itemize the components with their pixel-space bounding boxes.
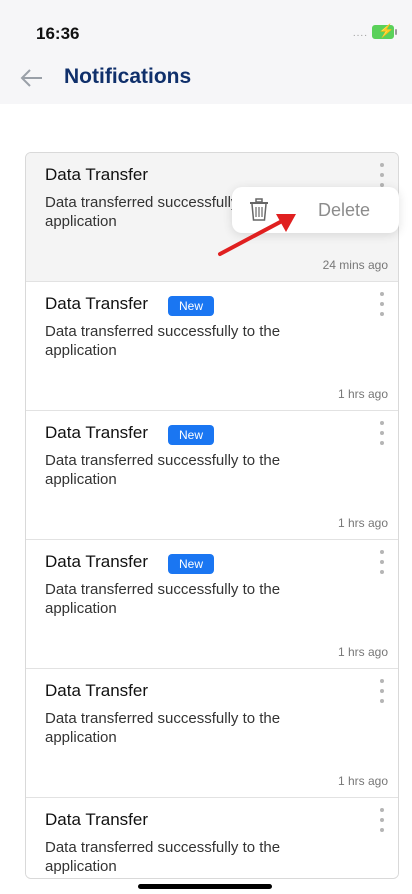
nav-bar: Notifications: [0, 56, 412, 104]
notification-title: Data Transfer: [45, 294, 148, 313]
signal-icon: ....: [352, 28, 368, 39]
notification-card[interactable]: Data Transfer Data transferred successfu…: [26, 669, 398, 798]
notification-card[interactable]: Data Transfer New Data transferred succe…: [26, 282, 398, 411]
home-indicator[interactable]: [138, 884, 272, 889]
more-options-icon[interactable]: [376, 808, 388, 832]
status-time: 16:36: [36, 24, 80, 43]
notification-body: Data transferred successfully to the app…: [45, 452, 281, 488]
notification-list: Data Transfer Data transferred successfu…: [25, 152, 399, 879]
notification-title: Data Transfer: [45, 423, 148, 442]
notification-time: 24 mins ago: [322, 258, 388, 272]
notification-card[interactable]: Data Transfer New Data transferred succe…: [26, 540, 398, 669]
notification-title: Data Transfer: [45, 681, 148, 700]
more-options-icon[interactable]: [376, 292, 388, 316]
more-options-icon[interactable]: [376, 550, 388, 574]
battery-charging-icon: ⚡: [372, 23, 397, 39]
notification-time: 1 hrs ago: [337, 645, 388, 659]
back-arrow-icon[interactable]: [18, 64, 46, 92]
more-options-icon[interactable]: [376, 421, 388, 445]
notification-body: Data transferred successfully to the app…: [45, 323, 281, 359]
notification-card[interactable]: Data Transfer Data transferred successfu…: [26, 798, 398, 878]
notification-time: 1 hrs ago: [337, 774, 388, 788]
new-badge: New: [168, 554, 215, 574]
notification-time: 1 hrs ago: [337, 516, 388, 530]
page-title: Notifications: [64, 65, 192, 88]
notification-body: Data transferred successfully to the app…: [45, 710, 281, 746]
status-bar: 16:36 .... ⚡: [0, 0, 412, 56]
more-options-icon[interactable]: [376, 163, 388, 187]
notification-body: Data transferred successfully to the app…: [45, 581, 281, 617]
notification-title: Data Transfer: [45, 552, 148, 571]
notification-time: 1 hrs ago: [337, 387, 388, 401]
annotation-arrow-icon: [218, 214, 296, 256]
notification-body: Data transferred successfully to the app…: [45, 839, 281, 875]
notification-title: Data Transfer: [45, 810, 148, 829]
delete-label: Delete: [318, 200, 371, 220]
notification-card[interactable]: Data Transfer New Data transferred succe…: [26, 411, 398, 540]
new-badge: New: [168, 296, 215, 316]
more-options-icon[interactable]: [376, 679, 388, 703]
new-badge: New: [168, 425, 215, 445]
notification-title: Data Transfer: [45, 165, 148, 184]
